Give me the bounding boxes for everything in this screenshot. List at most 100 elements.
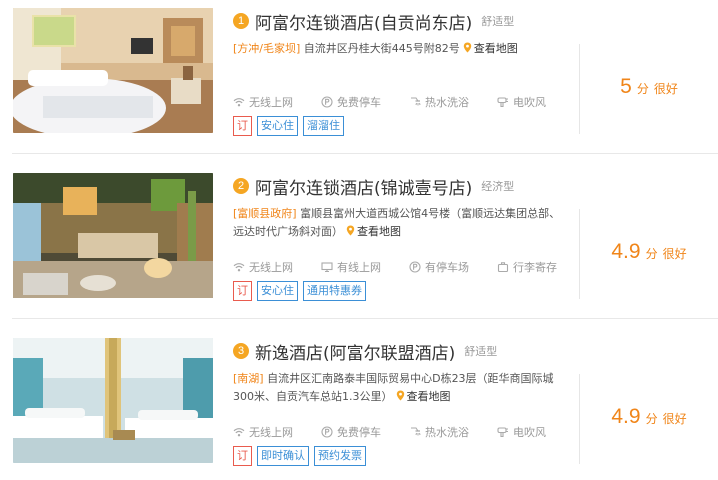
amenity-label: 行李寄存 (513, 261, 557, 274)
amenity-label: 无线上网 (249, 426, 293, 439)
booking-tag[interactable]: 订 (233, 446, 252, 466)
promo-tag[interactable]: 即时确认 (257, 446, 309, 466)
hotel-room-image (13, 8, 213, 133)
district-link[interactable]: [方冲/毛家坝] (233, 42, 300, 55)
amenity-label: 电吹风 (513, 426, 546, 439)
amenity-label: 免费停车 (337, 426, 381, 439)
amenity-label: 热水洗浴 (425, 426, 469, 439)
promo-tag[interactable]: 预约发票 (314, 446, 366, 466)
monitor-icon (321, 262, 333, 273)
score-unit: 分 (645, 247, 658, 261)
row-divider (12, 318, 718, 319)
amenity-list: 无线上网 免费停车 热水洗浴 电吹风 (233, 424, 578, 440)
hotel-name-link[interactable]: 阿富尔连锁酒店(锦诚壹号店) (255, 174, 472, 199)
amenity-list: 无线上网 免费停车 热水洗浴 电吹风 (233, 94, 578, 110)
row-divider (12, 153, 718, 154)
amenity-label: 无线上网 (249, 261, 293, 274)
hotel-level: 经济型 (481, 180, 515, 193)
district-link[interactable]: [南湖] (233, 372, 264, 385)
amenity-item: 无线上网 (233, 94, 321, 110)
hairdryer-icon (497, 427, 508, 438)
amenity-item: 电吹风 (497, 424, 546, 440)
hotel-lobby-image (13, 173, 213, 298)
booking-tag[interactable]: 订 (233, 116, 252, 136)
hotel-room-image (13, 338, 213, 463)
hotel-name-link[interactable]: 新逸酒店(阿富尔联盟酒店) (255, 339, 455, 364)
amenity-label: 有线上网 (337, 261, 381, 274)
promo-tag[interactable]: 通用特惠券 (303, 281, 366, 301)
score-value: 4.9 (611, 240, 641, 263)
hairdryer-icon (497, 97, 508, 108)
amenity-item: 无线上网 (233, 259, 321, 275)
hotel-address: [富顺县政府] 富顺县富州大道西城公馆4号楼（富顺远达集团总部、远达时代广场斜对… (233, 205, 571, 241)
map-pin-icon (463, 42, 471, 53)
tag-list: 订 即时确认 预约发票 (233, 446, 371, 466)
amenity-item: 行李寄存 (497, 259, 557, 275)
score-unit: 分 (645, 412, 658, 426)
hotel-info: 2 阿富尔连锁酒店(锦诚壹号店) 经济型 [富顺县政府] 富顺县富州大道西城公馆… (233, 173, 578, 301)
amenity-item: 免费停车 (321, 94, 409, 110)
parking-icon (321, 96, 333, 108)
amenity-label: 电吹风 (513, 96, 546, 109)
amenity-list: 无线上网 有线上网 有停车场 行李寄存 (233, 259, 578, 275)
amenity-item: 免费停车 (321, 424, 409, 440)
score-unit: 分 (636, 82, 649, 96)
parking-icon (321, 426, 333, 438)
rank-badge: 1 (233, 13, 249, 29)
shower-icon (411, 97, 421, 106)
amenity-item: 有线上网 (321, 259, 409, 275)
amenity-label: 有停车场 (425, 261, 469, 274)
hotel-photo[interactable] (13, 338, 213, 463)
hotel-photo[interactable] (13, 8, 213, 133)
hotel-title-row: 1 阿富尔连锁酒店(自贡尚东店) 舒适型 (233, 8, 578, 34)
parking-icon (409, 261, 421, 273)
hotel-name-link[interactable]: 阿富尔连锁酒店(自贡尚东店) (255, 9, 472, 34)
amenity-item: 有停车场 (409, 259, 497, 275)
amenity-item: 热水洗浴 (409, 424, 497, 440)
amenity-item: 电吹风 (497, 94, 546, 110)
address-text: 自流井区丹桂大街445号附82号 (303, 42, 460, 55)
amenity-label: 免费停车 (337, 96, 381, 109)
hotel-info: 3 新逸酒店(阿富尔联盟酒店) 舒适型 [南湖] 自流井区汇南路泰丰国际贸易中心… (233, 338, 578, 466)
promo-tag[interactable]: 溜溜住 (303, 116, 344, 136)
score-block: 4.9 分很好 (580, 240, 718, 264)
map-pin-icon (396, 390, 404, 401)
wifi-icon (233, 263, 245, 272)
luggage-icon (497, 262, 509, 273)
rank-badge: 2 (233, 178, 249, 194)
promo-tag[interactable]: 安心住 (257, 281, 298, 301)
hotel-title-row: 2 阿富尔连锁酒店(锦诚壹号店) 经济型 (233, 173, 578, 199)
hotel-address: [南湖] 自流井区汇南路泰丰国际贸易中心D栋23层（距华商国际城300米、自贡汽… (233, 370, 571, 406)
tag-list: 订 安心住 通用特惠券 (233, 281, 371, 301)
wifi-icon (233, 428, 245, 437)
district-link[interactable]: [富顺县政府] (233, 207, 297, 220)
score-block: 4.9 分很好 (580, 405, 718, 429)
score-value: 5 (620, 75, 632, 98)
score-value: 4.9 (611, 405, 641, 428)
amenity-label: 无线上网 (249, 96, 293, 109)
hotel-card[interactable]: 2 阿富尔连锁酒店(锦诚壹号店) 经济型 [富顺县政府] 富顺县富州大道西城公馆… (0, 169, 718, 319)
hotel-address: [方冲/毛家坝] 自流井区丹桂大街445号附82号 查看地图 (233, 40, 571, 58)
amenity-label: 热水洗浴 (425, 96, 469, 109)
promo-tag[interactable]: 安心住 (257, 116, 298, 136)
score-rating: 很好 (662, 247, 687, 261)
address-text: 自流井区汇南路泰丰国际贸易中心D栋23层（距华商国际城300米、自贡汽车总站1.… (233, 372, 554, 403)
amenity-item: 无线上网 (233, 424, 321, 440)
hotel-photo[interactable] (13, 173, 213, 298)
view-map-link[interactable]: 查看地图 (357, 225, 401, 238)
booking-tag[interactable]: 订 (233, 281, 252, 301)
view-map-link[interactable]: 查看地图 (474, 42, 518, 55)
amenity-item: 热水洗浴 (409, 94, 497, 110)
tag-list: 订 安心住 溜溜住 (233, 116, 349, 136)
hotel-level: 舒适型 (464, 345, 498, 358)
score-block: 5 分很好 (580, 75, 718, 99)
hotel-card[interactable]: 1 阿富尔连锁酒店(自贡尚东店) 舒适型 [方冲/毛家坝] 自流井区丹桂大街44… (0, 4, 718, 154)
score-rating: 很好 (662, 412, 687, 426)
hotel-info: 1 阿富尔连锁酒店(自贡尚东店) 舒适型 [方冲/毛家坝] 自流井区丹桂大街44… (233, 8, 578, 136)
map-pin-icon (346, 225, 355, 236)
view-map-link[interactable]: 查看地图 (407, 390, 451, 403)
wifi-icon (233, 98, 245, 107)
score-rating: 很好 (653, 82, 678, 96)
shower-icon (411, 427, 421, 436)
hotel-card[interactable]: 3 新逸酒店(阿富尔联盟酒店) 舒适型 [南湖] 自流井区汇南路泰丰国际贸易中心… (0, 334, 718, 480)
